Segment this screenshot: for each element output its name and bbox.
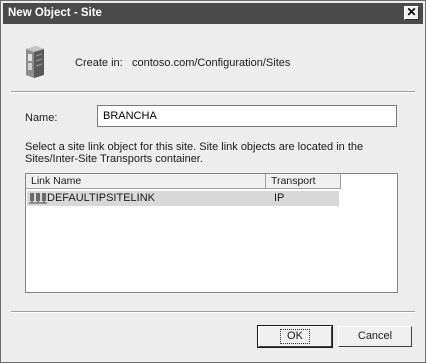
title-bar: New Object - Site ✕ bbox=[3, 3, 423, 24]
site-link-icon bbox=[29, 193, 47, 204]
site-icon bbox=[26, 46, 44, 78]
column-header-link-name[interactable]: Link Name bbox=[26, 174, 266, 188]
column-header-transport[interactable]: Transport bbox=[266, 174, 341, 188]
cancel-button[interactable]: Cancel bbox=[338, 326, 412, 347]
dialog-title: New Object - Site bbox=[8, 7, 102, 19]
create-in-label: Create in: bbox=[75, 57, 123, 69]
divider bbox=[11, 311, 415, 313]
list-header: Link Name Transport bbox=[26, 174, 341, 189]
close-icon: ✕ bbox=[406, 5, 417, 19]
transport-cell: IP bbox=[274, 192, 285, 204]
list-item[interactable]: DEFAULTIPSITELINK IP bbox=[27, 191, 339, 206]
name-label: Name: bbox=[25, 112, 58, 124]
divider bbox=[11, 91, 415, 93]
link-name-cell: DEFAULTIPSITELINK bbox=[47, 192, 155, 204]
site-link-list[interactable]: Link Name Transport DEFAULTIPSITELINK IP bbox=[25, 173, 398, 293]
create-in-path: contoso.com/Configuration/Sites bbox=[132, 57, 291, 69]
site-link-instructions: Select a site link object for this site.… bbox=[25, 141, 364, 165]
ok-button-label: OK bbox=[280, 329, 310, 344]
close-button[interactable]: ✕ bbox=[404, 6, 419, 20]
new-object-site-dialog: New Object - Site ✕ Create in: contoso.c… bbox=[0, 0, 426, 363]
ok-button[interactable]: OK bbox=[257, 325, 333, 348]
name-input[interactable] bbox=[97, 105, 397, 127]
